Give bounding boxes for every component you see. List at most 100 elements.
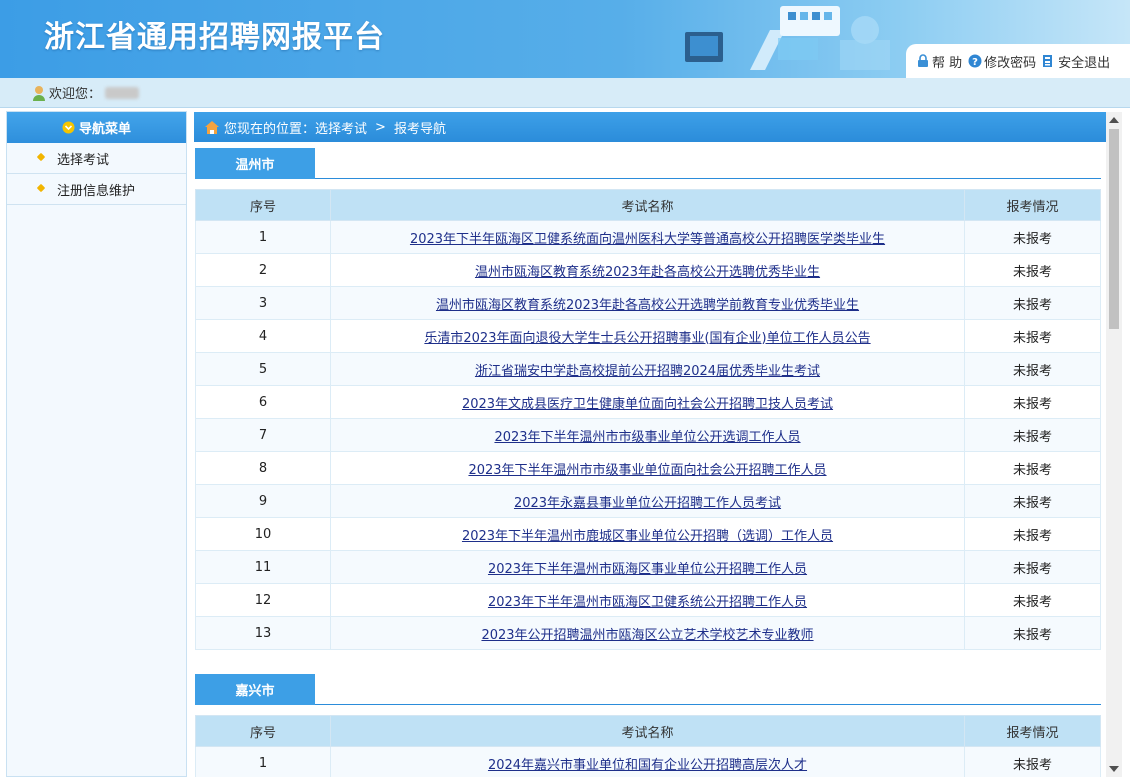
row-number: 5 [195,352,331,386]
table-row: 3 温州市瓯海区教育系统2023年赴各高校公开选聘学前教育专业优秀毕业生 未报考 [195,286,1101,320]
exam-name-cell: 2024年嘉兴市事业单位和国有企业公开招聘高层次人才 [330,746,965,777]
table-row: 5 浙江省瑞安中学赴高校提前公开招聘2024届优秀毕业生考试 未报考 [195,352,1101,386]
exam-link[interactable]: 2023年永嘉县事业单位公开招聘工作人员考试 [514,496,781,511]
row-number: 4 [195,319,331,353]
registration-status: 未报考 [964,550,1101,584]
exam-link[interactable]: 2023年公开招聘温州市瓯海区公立艺术学校艺术专业教师 [481,628,813,643]
registration-status: 未报考 [964,451,1101,485]
row-number: 1 [195,220,331,254]
row-number: 13 [195,616,331,650]
username-redacted [105,86,140,99]
table-row: 1 2023年下半年瓯海区卫健系统面向温州医科大学等普通高校公开招聘医学类毕业生 未… [195,220,1101,254]
bullet-icon [36,183,46,193]
exam-link[interactable]: 2023年下半年温州市市级事业单位公开选调工作人员 [494,430,800,445]
table-row: 8 2023年下半年温州市市级事业单位面向社会公开招聘工作人员 未报考 [195,451,1101,485]
breadcrumb-level2: 报考导航 [393,121,446,137]
registration-status: 未报考 [964,616,1101,650]
city-tab: 嘉兴市 [195,674,315,705]
sidebar: 导航菜单 选择考试 注册信息维护 [6,111,187,777]
column-header-status: 报考情况 [964,189,1101,221]
table-row: 12 2023年下半年温州市瓯海区卫健系统公开招聘工作人员 未报考 [195,583,1101,617]
chevron-down-icon [62,121,75,134]
exam-link[interactable]: 2023年文成县医疗卫生健康单位面向社会公开招聘卫技人员考试 [462,397,833,412]
registration-status: 未报考 [964,746,1101,777]
row-number: 10 [195,517,331,551]
sidebar-item-select-exam[interactable]: 选择考试 [7,143,186,174]
breadcrumb-prefix: 您现在的位置： [224,121,316,137]
header-illustration [670,6,890,70]
scrollbar-thumb[interactable] [1109,129,1119,329]
exam-link[interactable]: 2023年下半年温州市市级事业单位面向社会公开招聘工作人员 [468,463,826,478]
exam-name-cell: 2023年下半年瓯海区卫健系统面向温州医科大学等普通高校公开招聘医学类毕业生 [330,220,965,254]
exam-name-cell: 温州市瓯海区教育系统2023年赴各高校公开选聘学前教育专业优秀毕业生 [330,286,965,320]
column-header-status: 报考情况 [964,715,1101,747]
exam-name-cell: 温州市瓯海区教育系统2023年赴各高校公开选聘优秀毕业生 [330,253,965,287]
exam-link[interactable]: 2023年下半年温州市鹿城区事业单位公开招聘（选调）工作人员 [462,529,833,544]
registration-status: 未报考 [964,286,1101,320]
help-link[interactable]: 帮 助 [916,52,962,71]
exam-link[interactable]: 2023年下半年温州市瓯海区事业单位公开招聘工作人员 [488,562,807,577]
header-toolbar: 帮 助 ? 修改密码 安全退出 [906,44,1130,78]
row-number: 8 [195,451,331,485]
exam-name-cell: 乐清市2023年面向退役大学生士兵公开招聘事业(国有企业)单位工作人员公告 [330,319,965,353]
registration-status: 未报考 [964,583,1101,617]
exam-name-cell: 2023年永嘉县事业单位公开招聘工作人员考试 [330,484,965,518]
breadcrumb-level1[interactable]: 选择考试 [315,118,367,137]
column-header-no: 序号 [195,715,331,747]
table-row: 4 乐清市2023年面向退役大学生士兵公开招聘事业(国有企业)单位工作人员公告 未报… [195,319,1101,353]
row-number: 11 [195,550,331,584]
exam-link[interactable]: 浙江省瑞安中学赴高校提前公开招聘2024届优秀毕业生考试 [475,364,820,379]
exam-name-cell: 2023年下半年温州市市级事业单位公开选调工作人员 [330,418,965,452]
table-row: 11 2023年下半年温州市瓯海区事业单位公开招聘工作人员 未报考 [195,550,1101,584]
logout-link[interactable]: 安全退出 [1042,52,1110,71]
registration-status: 未报考 [964,484,1101,518]
exam-name-cell: 2023年下半年温州市瓯海区事业单位公开招聘工作人员 [330,550,965,584]
breadcrumb: 您现在的位置： 选择考试 > 报考导航 [194,112,1122,142]
bullet-icon [36,152,46,162]
welcome-label: 欢迎您： [49,87,102,102]
welcome-bar: 欢迎您： [0,78,1130,108]
app-title: 浙江省通用招聘网报平台 [44,20,385,55]
nav-menu-header: 导航菜单 [7,112,186,143]
svg-text:?: ? [972,57,978,68]
column-header-no: 序号 [195,189,331,221]
row-number: 12 [195,583,331,617]
table-header-row: 序号 考试名称 报考情况 [195,715,1101,747]
exam-table: 序号 考试名称 报考情况 1 2024年嘉兴市事业单位和国有企业公开招聘高层次人才… [195,715,1101,777]
help-label: 帮 助 [932,55,963,71]
table-row: 7 2023年下半年温州市市级事业单位公开选调工作人员 未报考 [195,418,1101,452]
row-number: 7 [195,418,331,452]
main-panel: 您现在的位置： 选择考试 > 报考导航 温州市 序号 考试名称 报考情况 1 20… [194,112,1122,777]
table-header-row: 序号 考试名称 报考情况 [195,189,1101,221]
sidebar-item-registration-info[interactable]: 注册信息维护 [7,174,186,205]
home-icon [205,120,219,134]
vertical-scrollbar[interactable] [1106,112,1122,777]
exam-link[interactable]: 2023年下半年瓯海区卫健系统面向温州医科大学等普通高校公开招聘医学类毕业生 [410,232,885,247]
exam-name-cell: 2023年下半年温州市瓯海区卫健系统公开招聘工作人员 [330,583,965,617]
exam-table: 序号 考试名称 报考情况 1 2023年下半年瓯海区卫健系统面向温州医科大学等普通… [195,189,1101,650]
exam-link[interactable]: 乐清市2023年面向退役大学生士兵公开招聘事业(国有企业)单位工作人员公告 [424,331,870,346]
exam-name-cell: 浙江省瑞安中学赴高校提前公开招聘2024届优秀毕业生考试 [330,352,965,386]
table-row: 6 2023年文成县医疗卫生健康单位面向社会公开招聘卫技人员考试 未报考 [195,385,1101,419]
exam-link[interactable]: 温州市瓯海区教育系统2023年赴各高校公开选聘学前教育专业优秀毕业生 [436,298,859,313]
scroll-up-arrow-icon[interactable] [1109,117,1119,123]
user-icon [33,85,45,101]
registration-status: 未报考 [964,220,1101,254]
exam-link[interactable]: 2024年嘉兴市事业单位和国有企业公开招聘高层次人才 [488,758,807,773]
row-number: 2 [195,253,331,287]
app-header: 浙江省通用招聘网报平台 帮 助 ? 修改密码 安全退出 [0,0,1130,78]
change-password-label: 修改密码 [984,55,1037,71]
exam-link[interactable]: 2023年下半年温州市瓯海区卫健系统公开招聘工作人员 [488,595,807,610]
registration-status: 未报考 [964,352,1101,386]
city-section-header: 嘉兴市 [195,674,1101,705]
content-area: 温州市 序号 考试名称 报考情况 1 2023年下半年瓯海区卫健系统面向温州医科大… [194,142,1106,777]
lock-icon [918,54,928,67]
change-password-link[interactable]: ? 修改密码 [968,52,1036,71]
logout-label: 安全退出 [1058,55,1111,71]
exam-link[interactable]: 温州市瓯海区教育系统2023年赴各高校公开选聘优秀毕业生 [475,265,820,280]
scroll-down-arrow-icon[interactable] [1109,766,1119,772]
row-number: 3 [195,286,331,320]
registration-status: 未报考 [964,253,1101,287]
city-section-header: 温州市 [195,148,1101,179]
city-tab: 温州市 [195,148,315,179]
